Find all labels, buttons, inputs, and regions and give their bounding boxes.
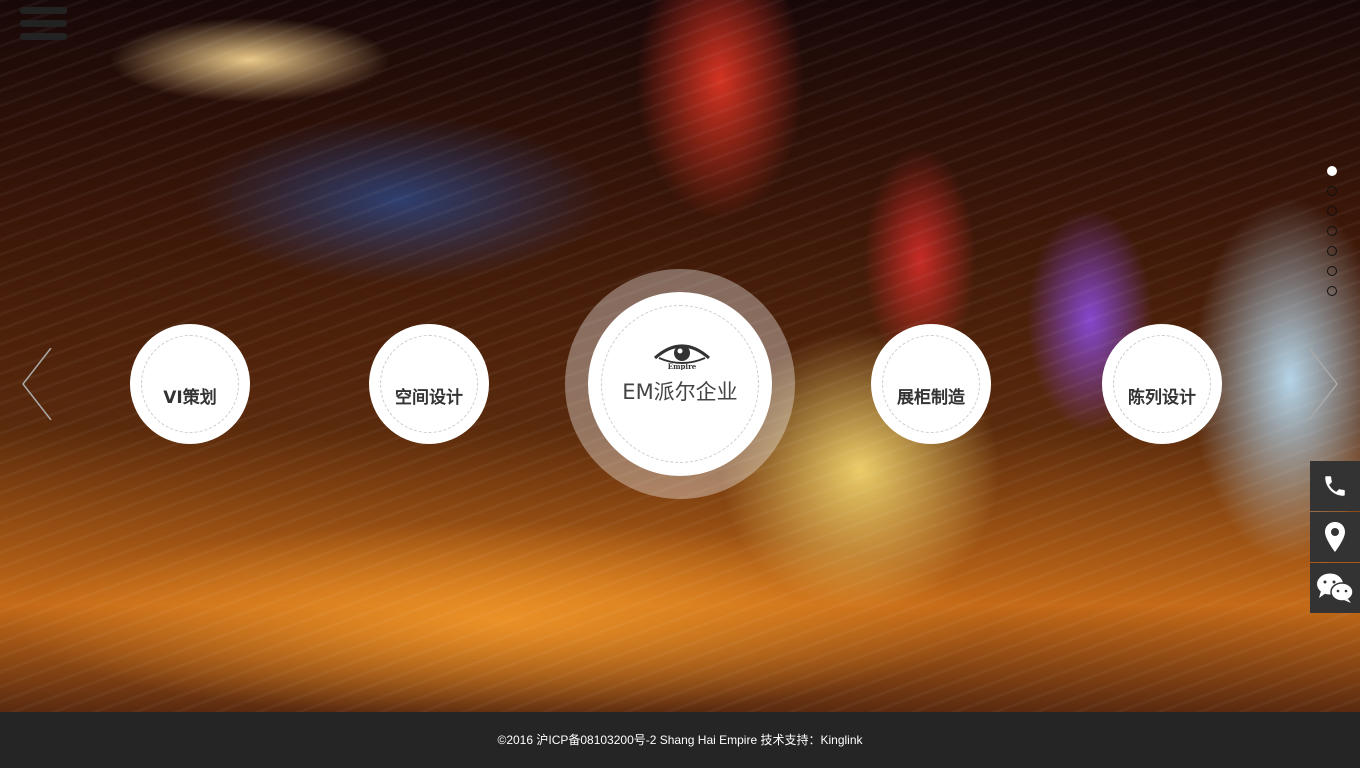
item-label: VI策划 — [163, 387, 217, 408]
page-pagination — [1327, 166, 1337, 306]
footer: ©2016 沪ICP备08103200号-2 Shang Hai Empire … — [0, 712, 1360, 768]
eye-logo-icon: Empire — [654, 344, 710, 370]
carousel-item-vi[interactable]: VI策划 — [130, 324, 250, 444]
pagination-dot-1[interactable] — [1327, 166, 1337, 176]
wechat-icon — [1317, 573, 1354, 603]
pagination-dot-2[interactable] — [1327, 186, 1337, 196]
next-arrow-icon[interactable] — [1308, 348, 1338, 420]
item-label: 展柜制造 — [897, 387, 965, 408]
location-button[interactable] — [1310, 512, 1360, 562]
hamburger-icon — [20, 7, 67, 14]
footer-copyright: ©2016 沪ICP备08103200号-2 Shang Hai Empire … — [497, 733, 863, 747]
wechat-button[interactable] — [1310, 563, 1360, 613]
carousel-item-showcase[interactable]: 展柜制造 — [871, 324, 991, 444]
pagination-dot-5[interactable] — [1327, 246, 1337, 256]
prev-arrow-icon[interactable] — [22, 348, 52, 420]
pagination-dot-3[interactable] — [1327, 206, 1337, 216]
location-pin-icon — [1325, 522, 1345, 552]
svg-text:Empire: Empire — [668, 362, 697, 370]
menu-button[interactable] — [20, 7, 67, 47]
item-label: 陈列设计 — [1128, 387, 1196, 408]
brand-label: EM派尔企业 — [622, 380, 738, 404]
item-label: 空间设计 — [395, 387, 463, 408]
carousel-item-display-design[interactable]: 陈列设计 — [1102, 324, 1222, 444]
carousel-item-space-design[interactable]: 空间设计 — [369, 324, 489, 444]
phone-button[interactable] — [1310, 461, 1360, 511]
pagination-dot-4[interactable] — [1327, 226, 1337, 236]
pagination-dot-6[interactable] — [1327, 266, 1337, 276]
carousel-item-center-brand[interactable]: Empire EM派尔企业 — [588, 292, 772, 476]
pagination-dot-7[interactable] — [1327, 286, 1337, 296]
phone-icon — [1325, 476, 1345, 496]
